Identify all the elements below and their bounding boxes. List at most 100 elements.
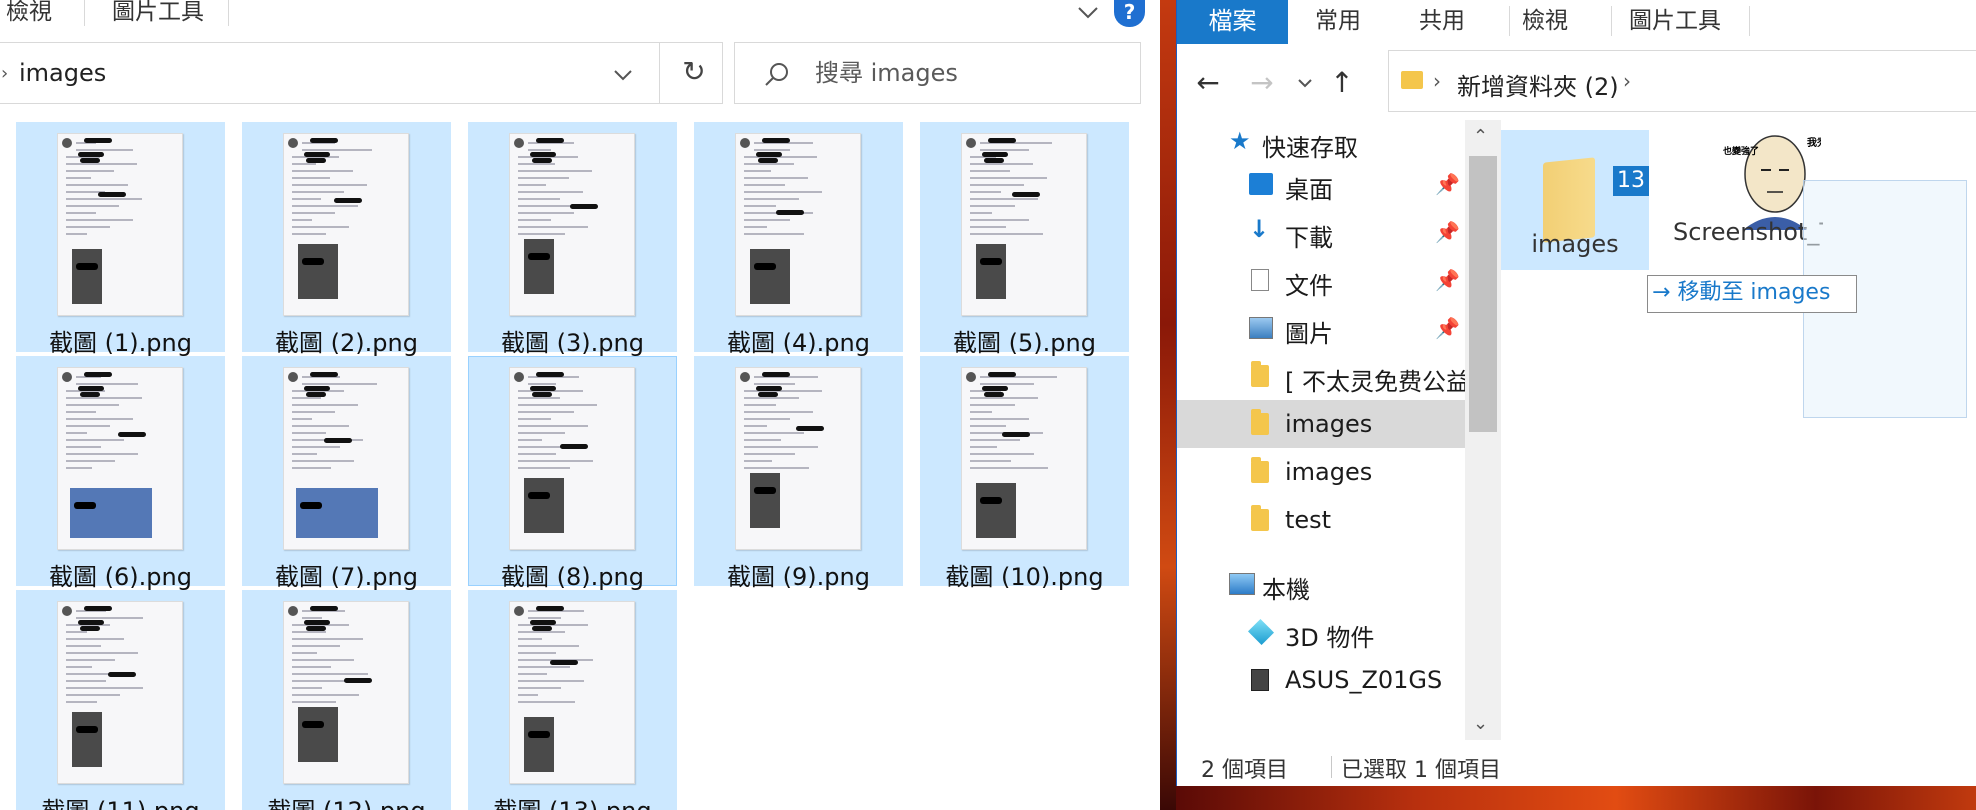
file-item[interactable]: 截圖 (6).png xyxy=(16,356,225,591)
nav-label: ASUS_Z01GS xyxy=(1285,666,1443,694)
nav-drive[interactable]: ASUS_Z01GS xyxy=(1177,656,1465,704)
nav-pictures[interactable]: 圖片 📌 xyxy=(1177,304,1465,352)
pin-icon[interactable]: 📌 xyxy=(1435,268,1460,292)
ribbon-separator xyxy=(1749,6,1750,36)
refresh-icon[interactable]: ↻ xyxy=(677,55,711,89)
status-selected: 已選取 1 個項目 xyxy=(1341,758,1501,783)
nav-test[interactable]: test xyxy=(1177,496,1465,544)
tab-view[interactable]: 檢視 xyxy=(6,0,52,30)
file-thumbnail xyxy=(509,601,635,784)
nav-this-pc[interactable]: 本機 xyxy=(1177,560,1465,608)
chevron-down-icon[interactable] xyxy=(611,65,635,85)
pin-icon[interactable]: 📌 xyxy=(1435,316,1460,340)
file-item[interactable]: 截圖 (8).png xyxy=(468,356,677,591)
nav-images[interactable]: images xyxy=(1177,448,1465,496)
file-name: 截圖 (8).png xyxy=(501,563,644,591)
file-name: 截圖 (2).png xyxy=(275,329,418,357)
file-thumbnail xyxy=(961,133,1087,316)
folder-icon xyxy=(1401,71,1423,89)
file-name: 截圖 (13).png xyxy=(469,791,676,810)
folder-icon xyxy=(1251,457,1269,483)
file-item[interactable]: 截圖 (13).png xyxy=(468,590,677,810)
nav-documents[interactable]: 文件 📌 xyxy=(1177,256,1465,304)
ribbon-separator xyxy=(1611,6,1612,36)
status-item-count: 2 個項目 xyxy=(1201,758,1288,783)
file-item[interactable]: 截圖 (1).png xyxy=(16,122,225,357)
scroll-up-icon[interactable]: ⌃ xyxy=(1473,126,1488,147)
scrollbar-thumb[interactable] xyxy=(1469,156,1497,432)
nav-label: 文件 xyxy=(1285,272,1333,300)
file-item[interactable]: 截圖 (10).png xyxy=(920,356,1129,591)
breadcrumb-arrow-icon[interactable]: › xyxy=(1433,69,1441,93)
file-thumbnail xyxy=(735,133,861,316)
nav-label: images xyxy=(1285,410,1373,438)
search-icon xyxy=(765,63,788,86)
desktop-background xyxy=(1160,0,1176,810)
tab-view[interactable]: 檢視 xyxy=(1522,0,1568,44)
ribbon-tabs: 檔案 常用 共用 檢視 圖片工具 xyxy=(1177,0,1976,44)
help-button[interactable]: ? xyxy=(1114,0,1145,27)
folder-label: images xyxy=(1531,230,1619,258)
file-thumbnail xyxy=(509,133,635,316)
manga-caption-2: 也變強了 xyxy=(1723,145,1759,157)
search-input[interactable] xyxy=(815,57,1115,89)
nav-quick-access[interactable]: ★ 快速存取 xyxy=(1177,118,1465,166)
recent-locations-chevron-icon[interactable] xyxy=(1293,68,1317,100)
left-explorer-window: 檢視 圖片工具 ? › images ↻ 截圖 (1).png 截圖 (2).pn… xyxy=(0,0,1160,810)
desktop-background xyxy=(1176,786,1976,810)
file-name: 截圖 (11).png xyxy=(17,791,224,810)
forward-arrow-icon[interactable]: → xyxy=(1245,68,1279,100)
breadcrumb-arrow-icon[interactable]: › xyxy=(1623,69,1631,93)
file-name: 截圖 (12).png xyxy=(243,791,450,810)
file-item[interactable]: 截圖 (2).png xyxy=(242,122,451,357)
file-thumbnail xyxy=(509,367,635,550)
breadcrumb-current[interactable]: 新增資料夾 (2) xyxy=(1457,67,1619,102)
address-path[interactable]: images xyxy=(19,59,106,87)
file-name: 截圖 (3).png xyxy=(501,329,644,357)
nav-folder-bt[interactable]: [ 不太灵免费公益影 xyxy=(1177,352,1465,400)
nav-images-selected[interactable]: images xyxy=(1177,400,1465,448)
nav-label: 下載 xyxy=(1285,224,1333,252)
breadcrumb-arrow-icon[interactable]: › xyxy=(1,63,8,84)
chevron-down-icon[interactable] xyxy=(1073,0,1103,24)
file-item[interactable]: 截圖 (4).png xyxy=(694,122,903,357)
scroll-down-icon[interactable]: ⌄ xyxy=(1473,713,1488,734)
tab-file[interactable]: 檔案 xyxy=(1177,0,1288,44)
content-pane: 13 images 我禿了 也變強了 Screenshot_Telegram_T… xyxy=(1501,118,1976,748)
nav-3d-objects[interactable]: 3D 物件 xyxy=(1177,608,1465,656)
back-arrow-icon[interactable]: ← xyxy=(1191,68,1225,100)
address-bar[interactable]: › 新增資料夾 (2) › xyxy=(1388,50,1976,112)
search-box[interactable] xyxy=(734,42,1141,104)
navigation-bar: ← → ↑ › 新增資料夾 (2) › xyxy=(1177,50,1976,118)
folder-icon xyxy=(1251,505,1269,531)
divider xyxy=(659,43,660,103)
file-item[interactable]: 截圖 (11).png xyxy=(16,590,225,810)
tab-picture-tools[interactable]: 圖片工具 xyxy=(1629,0,1721,44)
file-item[interactable]: 截圖 (12).png xyxy=(242,590,451,810)
nav-downloads[interactable]: ↓ 下載 📌 xyxy=(1177,208,1465,256)
nav-scrollbar[interactable]: ⌃ ⌄ xyxy=(1465,120,1501,740)
up-arrow-icon[interactable]: ↑ xyxy=(1325,68,1359,100)
file-item[interactable]: 截圖 (7).png xyxy=(242,356,451,591)
nav-label: 圖片 xyxy=(1285,320,1333,348)
tab-picture-tools[interactable]: 圖片工具 xyxy=(112,0,204,30)
pin-icon[interactable]: 📌 xyxy=(1435,220,1460,244)
pin-icon[interactable]: 📌 xyxy=(1435,172,1460,196)
file-item[interactable]: 截圖 (5).png xyxy=(920,122,1129,357)
drag-count-badge: 13 xyxy=(1613,166,1649,196)
file-name: 截圖 (7).png xyxy=(275,563,418,591)
nav-desktop[interactable]: 桌面 📌 xyxy=(1177,160,1465,208)
nav-label: 快速存取 xyxy=(1262,134,1358,162)
tab-home[interactable]: 常用 xyxy=(1315,0,1361,44)
download-icon: ↓ xyxy=(1249,215,1270,243)
address-bar[interactable]: › images ↻ xyxy=(0,42,723,104)
file-item[interactable]: 截圖 (3).png xyxy=(468,122,677,357)
ribbon-separator xyxy=(1509,6,1510,36)
nav-label: 本機 xyxy=(1262,576,1310,604)
images-folder-item[interactable]: 13 images xyxy=(1501,130,1649,270)
file-name: 截圖 (1).png xyxy=(49,329,192,357)
navigation-pane: ★ 快速存取 桌面 📌 ↓ 下載 📌 文件 📌 圖片 📌 [ 不太灵免费公益影 xyxy=(1177,118,1465,748)
tab-share[interactable]: 共用 xyxy=(1419,0,1465,44)
file-item[interactable]: 截圖 (9).png xyxy=(694,356,903,591)
manga-caption-1: 我禿了 xyxy=(1807,136,1821,149)
